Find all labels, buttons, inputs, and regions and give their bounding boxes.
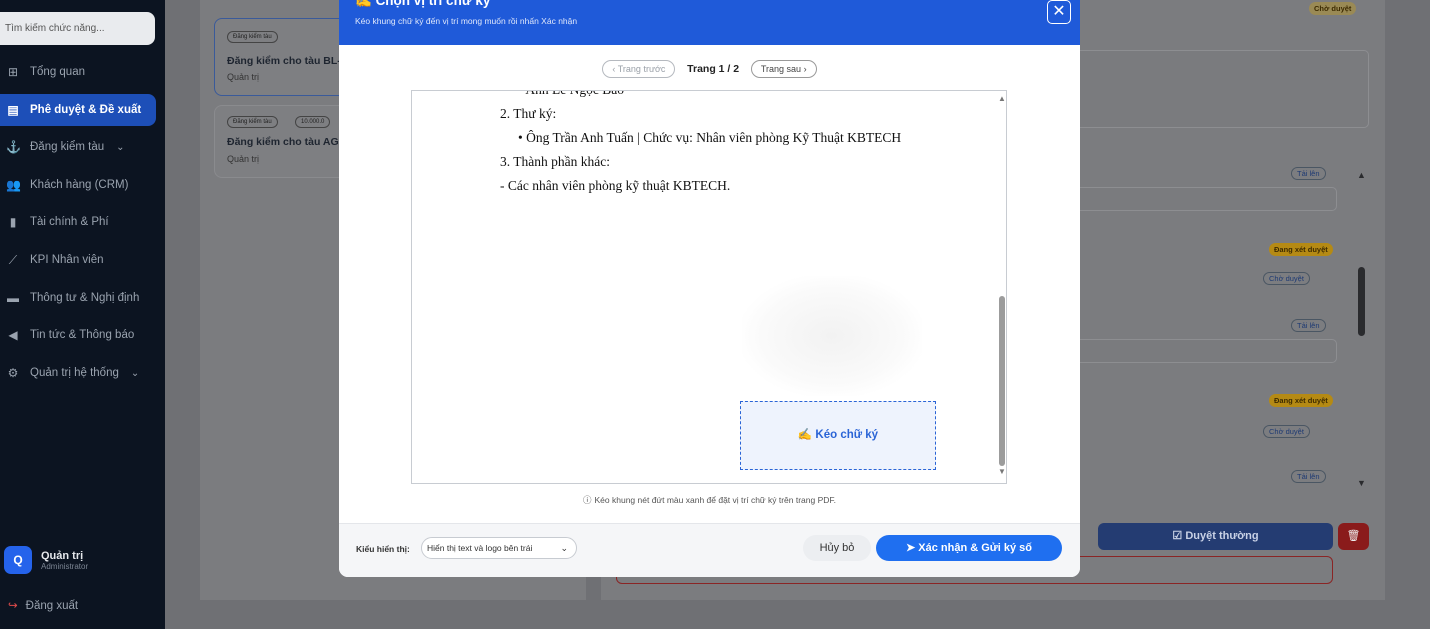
card-amount: 10.000.0 xyxy=(295,116,331,128)
signature-drag-box[interactable]: ✍ Kéo chữ ký xyxy=(740,401,936,470)
file-icon: ▤ xyxy=(7,103,19,117)
megaphone-icon: ◀ xyxy=(8,328,18,342)
status-pending: Chờ duyệt xyxy=(1263,425,1310,438)
send-icon: ➤ xyxy=(905,542,919,554)
scroll-down-icon[interactable]: ▼ xyxy=(1357,478,1366,488)
hint-text: ⓘ Kéo khung nét đứt màu xanh để đặt vị tr… xyxy=(583,495,836,505)
sidebar-item-label: Quản trị hệ thống xyxy=(30,367,119,379)
signature-icon: ✍ xyxy=(355,0,376,8)
sidebar-item-kpi[interactable]: ⟋ KPI Nhân viên xyxy=(0,244,165,276)
scroll-up-icon[interactable]: ▲ xyxy=(1357,170,1366,180)
folder-icon: ▬ xyxy=(7,291,19,305)
user-cog-icon: ⚙ xyxy=(7,366,19,380)
users-icon: 👥 xyxy=(6,178,21,192)
status-badge: Chờ duyệt xyxy=(1309,2,1357,15)
user-name: Quản trị xyxy=(41,549,84,562)
sidebar-item-label: Tài chính & Phí xyxy=(30,216,109,228)
prev-page-button[interactable]: ‹ Trang trước xyxy=(602,60,676,78)
cancel-button[interactable]: Hủy bỏ xyxy=(803,535,871,561)
modal-header: ✍ Chọn vị trí chữ ký Kéo khung chữ ký đế… xyxy=(339,0,1080,45)
pdf-viewer[interactable]: • Anh Lê Ngọc Bảo 2. Thư ký: • Ông Trần … xyxy=(411,90,1007,484)
display-mode-label: Kiểu hiển thị: xyxy=(356,544,410,554)
confirm-sign-button[interactable]: ➤ Xác nhận & Gửi ký số xyxy=(876,535,1062,561)
card-owner: Quản trị xyxy=(227,72,260,82)
card-title: Đăng kiểm cho tàu AG- xyxy=(227,136,343,148)
chevron-down-icon: ⌄ xyxy=(560,543,568,553)
approve-label: Duyệt thường xyxy=(1185,530,1259,542)
display-mode-select[interactable]: Hiển thị text và logo bên trái ⌄ xyxy=(421,537,577,559)
sidebar-item-system-admin[interactable]: ⚙ Quản trị hệ thống ⌄ xyxy=(0,357,165,389)
status-badge: Đang xét duyệt xyxy=(1269,243,1333,256)
doc-line: • Ông Trần Anh Tuấn | Chức vụ: Nhân viên… xyxy=(518,130,902,145)
chevron-down-icon: ⌄ xyxy=(116,141,125,153)
sidebar-item-label: Khách hàng (CRM) xyxy=(30,179,129,191)
sidebar-item-crm[interactable]: 👥 Khách hàng (CRM) xyxy=(0,169,165,201)
sidebar-item-label: Tin tức & Thông báo xyxy=(30,329,135,341)
request-card[interactable]: Đăng kiểm tàu Đăng kiểm cho tàu BL- Quản… xyxy=(214,18,354,96)
sidebar-item-label: Phê duyệt & Đề xuất xyxy=(30,104,142,116)
blurred-stamp xyxy=(742,276,922,396)
sidebar-item-ship-registration[interactable]: ⚓ Đăng kiểm tàu ⌄ xyxy=(0,131,165,163)
signature-icon: ✍ xyxy=(797,429,816,441)
close-icon: ✕ xyxy=(1052,3,1066,20)
logout-button[interactable]: ↪ Đăng xuất xyxy=(8,598,78,612)
sidebar-item-overview[interactable]: ⊞ Tổng quan xyxy=(0,56,165,88)
sidebar: Tìm kiếm chức năng... ⊞ Tổng quan ▤ Phê … xyxy=(0,0,165,629)
doc-line: - Các nhân viên phòng kỹ thuật KBTECH. xyxy=(500,178,731,193)
upload-button[interactable]: Tải lên xyxy=(1291,470,1326,483)
upload-button[interactable]: Tải lên xyxy=(1291,319,1326,332)
chevron-right-icon: › xyxy=(801,64,807,74)
modal-footer: Kiểu hiển thị: Hiển thị text và logo bên… xyxy=(339,523,1080,577)
page-scrollbar[interactable] xyxy=(1358,267,1365,336)
page-indicator: Trang 1 / 2 xyxy=(687,63,740,75)
page-navigator: ‹ Trang trước Trang 1 / 2 Trang sau › xyxy=(339,60,1080,78)
sidebar-item-news[interactable]: ◀ Tin tức & Thông báo xyxy=(0,319,165,351)
sidebar-item-approvals[interactable]: ▤ Phê duyệt & Đề xuất xyxy=(0,94,156,126)
modal-subtitle: Kéo khung chữ ký đến vị trí mong muốn rồ… xyxy=(355,16,578,26)
scroll-up-icon[interactable]: ▲ xyxy=(998,94,1006,103)
delete-button[interactable]: 🗑 xyxy=(1338,523,1369,550)
sidebar-item-regulations[interactable]: ▬ Thông tư & Nghị định xyxy=(0,282,165,314)
search-input[interactable]: Tìm kiếm chức năng... xyxy=(0,12,155,45)
next-page-button[interactable]: Trang sau › xyxy=(750,60,817,78)
info-icon: ⓘ xyxy=(583,495,592,505)
scroll-down-icon[interactable]: ▼ xyxy=(998,467,1006,476)
card-tag: Đăng kiểm tàu xyxy=(227,31,278,43)
upload-button[interactable]: Tải lên xyxy=(1291,167,1326,180)
grid-icon: ⊞ xyxy=(7,65,19,79)
receipt-icon: ▮ xyxy=(9,215,17,229)
status-pending: Chờ duyệt xyxy=(1263,272,1310,285)
modal-title: ✍ Chọn vị trí chữ ký xyxy=(355,0,490,9)
sidebar-item-finance[interactable]: ▮ Tài chính & Phí xyxy=(0,206,165,238)
check-icon: ☑ xyxy=(1172,530,1186,542)
avatar: Q xyxy=(4,546,32,574)
trash-icon: 🗑 xyxy=(1346,530,1361,542)
viewer-scrollbar[interactable]: ▲ ▼ xyxy=(996,91,1006,483)
card-owner: Quản trị xyxy=(227,154,260,164)
sidebar-item-label: Tổng quan xyxy=(30,66,85,78)
approve-button[interactable]: ☑ Duyệt thường xyxy=(1098,523,1333,550)
doc-line: 3. Thành phần khác: xyxy=(500,154,610,169)
chevron-down-icon: ⌄ xyxy=(130,367,140,379)
status-badge: Đang xét duyệt xyxy=(1269,394,1333,407)
signature-position-modal: ✍ Chọn vị trí chữ ký Kéo khung chữ ký đế… xyxy=(339,0,1080,577)
sidebar-item-label: Thông tư & Nghị định xyxy=(30,292,140,304)
logout-label: Đăng xuất xyxy=(25,600,79,612)
user-profile[interactable]: Q Quản trị Administrator xyxy=(4,546,88,574)
card-title: Đăng kiểm cho tàu BL- xyxy=(227,55,341,67)
request-card[interactable]: Đăng kiểm tàu 10.000.0 Đăng kiểm cho tàu… xyxy=(214,105,354,178)
user-role: Administrator xyxy=(41,561,89,571)
anchor-icon: ⚓ xyxy=(6,140,21,154)
card-tag: Đăng kiểm tàu xyxy=(227,116,278,128)
logout-icon: ↪ xyxy=(8,600,18,612)
sidebar-item-label: KPI Nhân viên xyxy=(30,254,104,266)
sidebar-item-label: Đăng kiểm tàu xyxy=(30,141,105,153)
chart-line-icon: ⟋ xyxy=(8,252,18,267)
scrollbar-thumb[interactable] xyxy=(999,296,1005,466)
doc-line: 2. Thư ký: xyxy=(500,106,557,121)
close-button[interactable]: ✕ xyxy=(1047,0,1071,24)
doc-line: • Anh Lê Ngọc Bảo xyxy=(518,91,624,98)
